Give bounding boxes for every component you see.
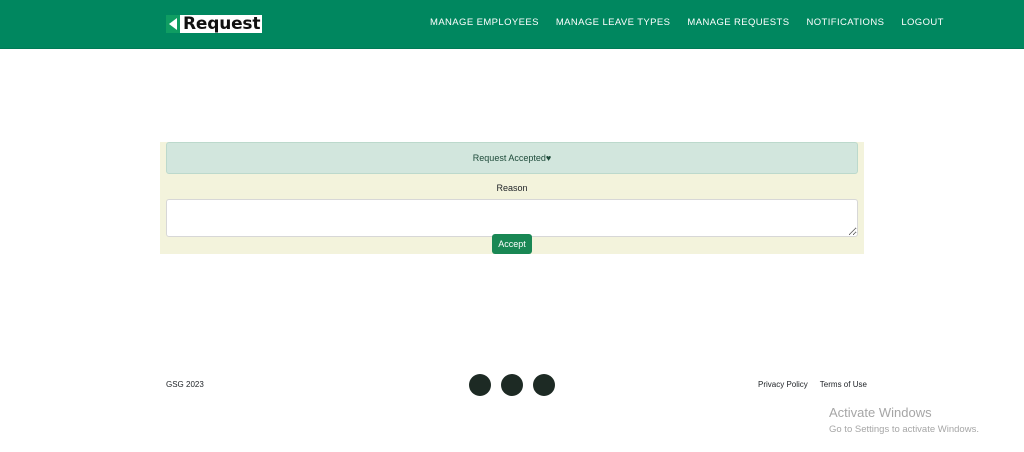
watermark-subtitle: Go to Settings to activate Windows. <box>829 424 979 435</box>
nav-manage-requests[interactable]: MANAGE REQUESTS <box>687 17 789 28</box>
reason-textarea[interactable] <box>166 199 858 237</box>
social-icon[interactable] <box>469 374 491 396</box>
footer-links: Privacy Policy Terms of Use <box>758 380 879 389</box>
top-navbar: Request MANAGE EMPLOYEES MANAGE LEAVE TY… <box>0 0 1024 49</box>
nav-links: MANAGE EMPLOYEES MANAGE LEAVE TYPES MANA… <box>430 17 961 28</box>
nav-manage-leave-types[interactable]: MANAGE LEAVE TYPES <box>556 17 671 28</box>
social-icon[interactable] <box>533 374 555 396</box>
reason-label: Reason <box>496 183 528 193</box>
footer-copyright: GSG 2023 <box>166 380 204 389</box>
activate-windows-watermark: Activate Windows Go to Settings to activ… <box>829 405 979 437</box>
social-links <box>469 374 565 396</box>
request-panel: Request Accepted♥ Reason Accept <box>160 142 864 254</box>
nav-notifications[interactable]: NOTIFICATIONS <box>806 17 884 28</box>
terms-of-use-link[interactable]: Terms of Use <box>820 380 867 389</box>
nav-manage-employees[interactable]: MANAGE EMPLOYEES <box>430 17 539 28</box>
brand-text: Request <box>183 14 261 34</box>
social-icon[interactable] <box>501 374 523 396</box>
watermark-title: Activate Windows <box>829 405 932 420</box>
nav-logout[interactable]: LOGOUT <box>901 17 944 28</box>
success-alert: Request Accepted♥ <box>166 142 858 174</box>
brand-logo[interactable]: Request <box>166 14 263 34</box>
accept-button[interactable]: Accept <box>492 234 532 254</box>
logo-icon <box>166 15 180 33</box>
privacy-policy-link[interactable]: Privacy Policy <box>758 380 808 389</box>
